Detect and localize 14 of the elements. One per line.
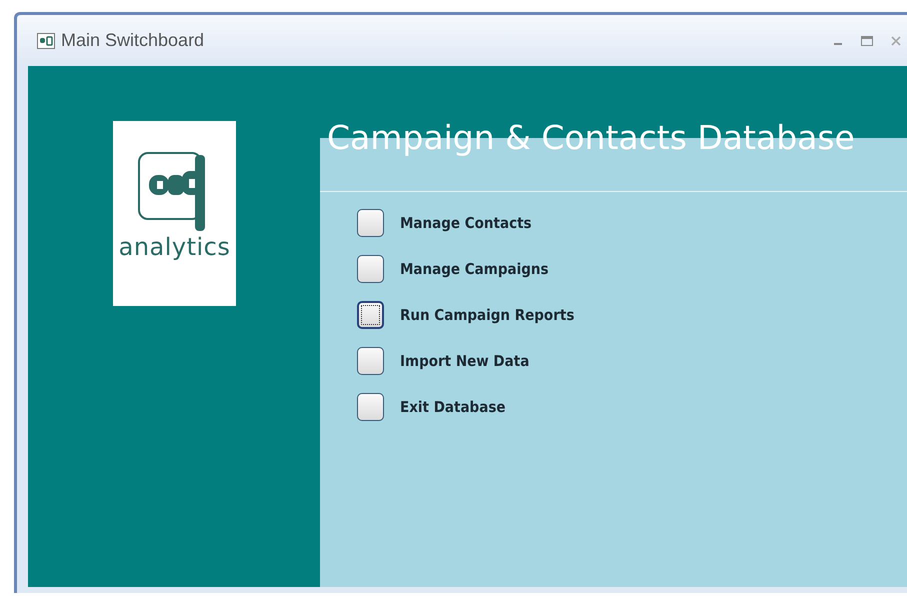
- menu-label: Manage Contacts: [400, 214, 532, 232]
- menu-label: Manage Campaigns: [400, 260, 549, 278]
- maximize-icon[interactable]: [861, 36, 873, 46]
- logo-text: analytics: [118, 233, 230, 261]
- switchboard-button[interactable]: [357, 209, 384, 237]
- switchboard-button[interactable]: [357, 301, 384, 329]
- app-icon: [37, 32, 55, 48]
- switchboard-button[interactable]: [357, 255, 384, 283]
- switchboard-button[interactable]: [357, 393, 384, 421]
- menu-label: Import New Data: [400, 352, 530, 370]
- switchboard-button[interactable]: [357, 347, 384, 375]
- window-title: Main Switchboard: [61, 30, 204, 51]
- menu-label: Run Campaign Reports: [400, 306, 574, 324]
- menu-label: Exit Database: [400, 398, 506, 416]
